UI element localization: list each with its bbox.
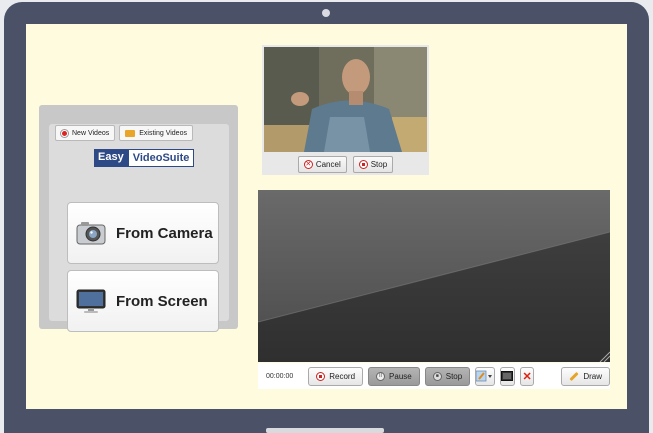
- camera-video-feed: [264, 47, 427, 152]
- fullscreen-button[interactable]: [500, 366, 515, 386]
- pause-icon: II: [376, 371, 386, 381]
- record-icon: [316, 371, 326, 381]
- record-button[interactable]: Record: [308, 366, 364, 386]
- logo-videosuite: VideoSuite: [127, 149, 195, 167]
- webcam-dot: [322, 9, 330, 17]
- tab-new-videos[interactable]: New Videos: [55, 125, 116, 141]
- folder-icon: [125, 129, 136, 137]
- stop-recording-label: Stop: [445, 371, 463, 381]
- screen-recording-area: [258, 190, 610, 362]
- stop-recording-button[interactable]: ■ Stop: [424, 366, 471, 386]
- stop-icon: ■: [432, 371, 442, 381]
- from-camera-label: From Camera: [116, 224, 213, 242]
- record-icon: [61, 129, 68, 137]
- recording-timer: 00:00:00: [266, 372, 294, 380]
- fullscreen-icon: [501, 371, 514, 381]
- camera-icon: [76, 219, 106, 247]
- camera-controls: ✕ Cancel Stop: [262, 154, 429, 175]
- annotation-tool-dropdown[interactable]: [475, 366, 496, 386]
- delete-button[interactable]: ✕: [519, 366, 535, 386]
- monitor-icon: [76, 287, 106, 315]
- from-screen-button[interactable]: From Screen: [67, 270, 219, 332]
- pause-button[interactable]: II Pause: [368, 366, 420, 386]
- record-label: Record: [329, 371, 356, 381]
- cancel-label: Cancel: [315, 160, 341, 169]
- close-icon: ✕: [522, 370, 532, 383]
- pause-label: Pause: [389, 371, 412, 381]
- tab-label: Existing Videos: [139, 129, 187, 137]
- laptop-base-notch: [266, 428, 384, 433]
- brush-icon: [476, 370, 493, 382]
- stop-button[interactable]: Stop: [352, 156, 394, 173]
- laptop-frame: New Videos Existing Videos Easy VideoSui…: [4, 2, 649, 433]
- pencil-icon: [569, 371, 579, 381]
- tab-existing-videos[interactable]: Existing Videos: [119, 125, 193, 141]
- stop-label: Stop: [370, 160, 388, 169]
- tab-label: New Videos: [72, 129, 110, 137]
- close-icon: ✕: [303, 160, 313, 169]
- easyvideosuite-logo: Easy VideoSuite: [94, 149, 195, 167]
- from-screen-label: From Screen: [116, 292, 208, 310]
- stop-icon: [358, 160, 368, 169]
- draw-button[interactable]: Draw: [561, 366, 610, 386]
- camera-preview: ✕ Cancel Stop: [262, 45, 429, 175]
- logo-easy: Easy: [94, 149, 128, 167]
- recorder-toolbar: 00:00:00 Record II Pause ■ Stop ✕ Draw: [258, 363, 610, 389]
- video-source-panel: New Videos Existing Videos Easy VideoSui…: [39, 105, 238, 332]
- draw-label: Draw: [583, 371, 602, 381]
- from-camera-button[interactable]: From Camera: [67, 202, 219, 264]
- tabs: New Videos Existing Videos: [55, 125, 193, 141]
- cancel-button[interactable]: ✕ Cancel: [297, 156, 347, 173]
- laptop-screen: New Videos Existing Videos Easy VideoSui…: [26, 24, 627, 409]
